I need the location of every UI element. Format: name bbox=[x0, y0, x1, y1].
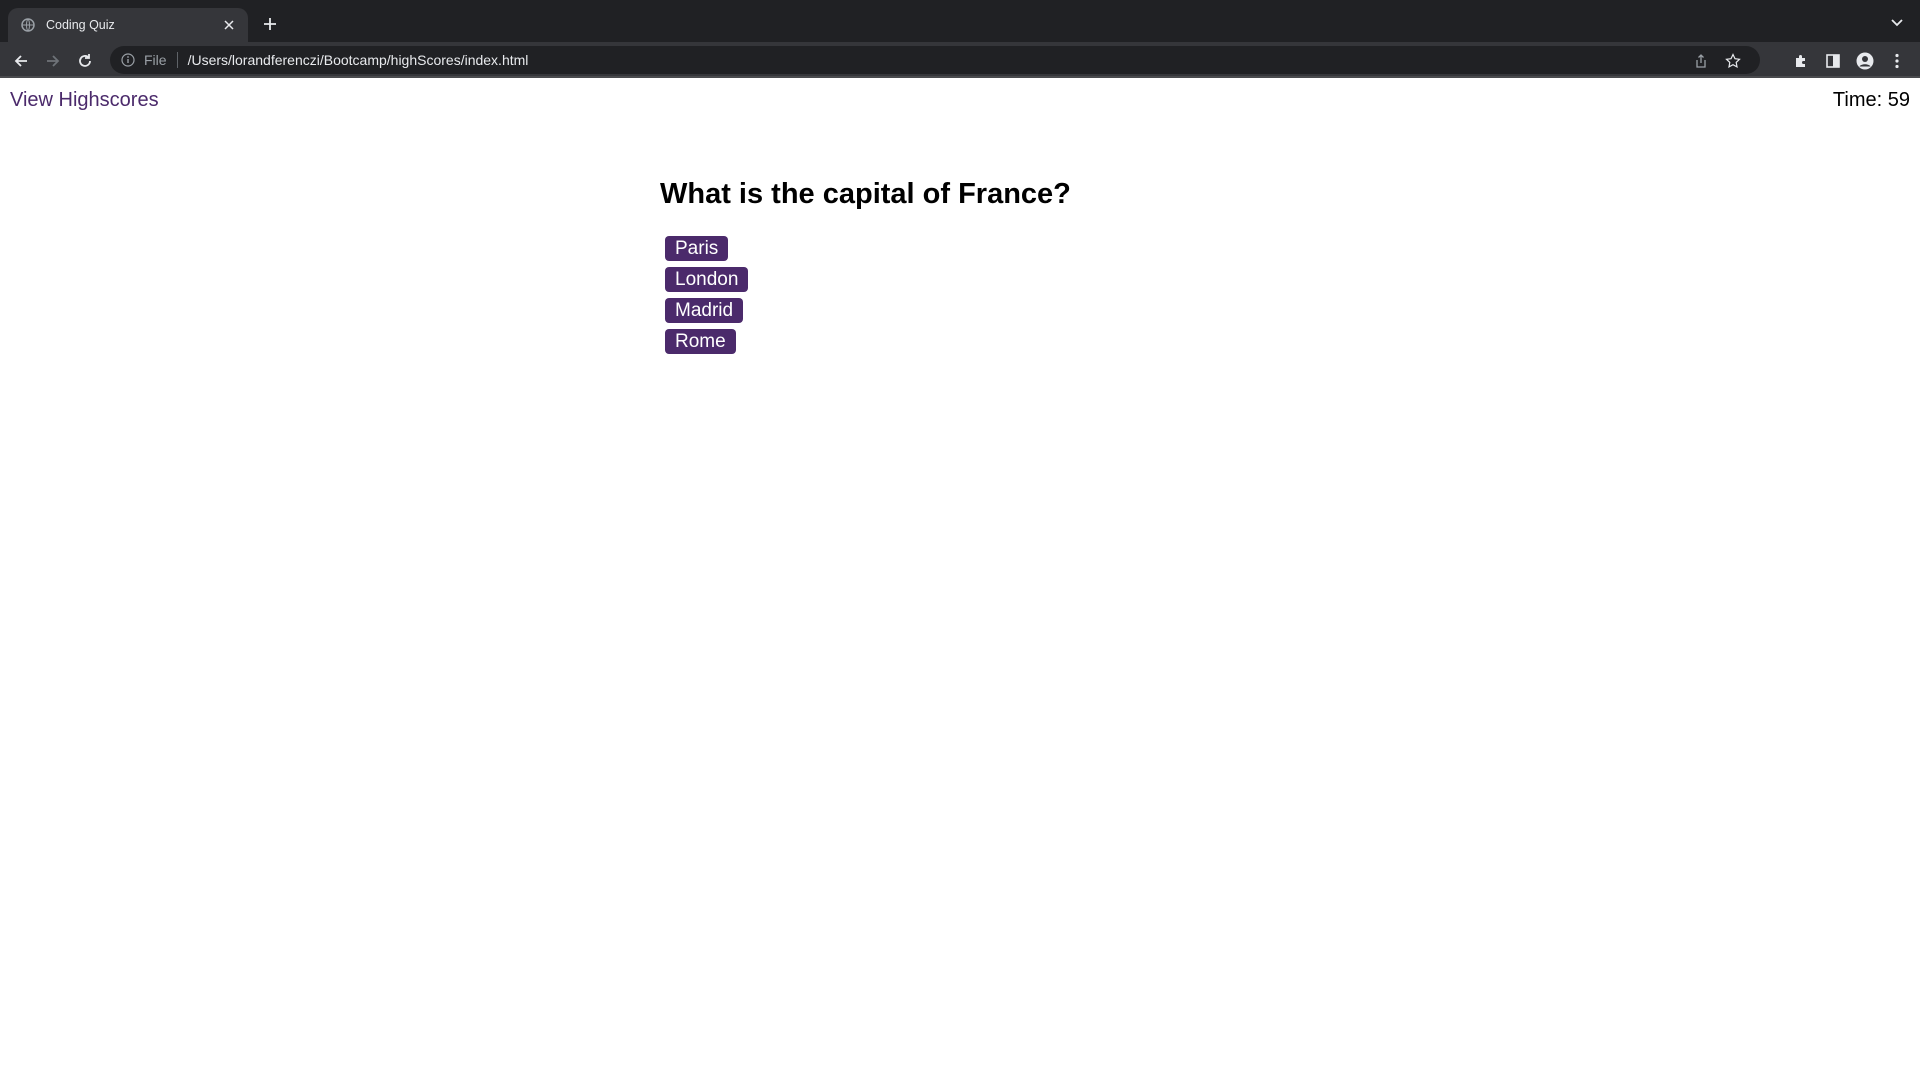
browser-tab-bar: Coding Quiz bbox=[0, 0, 1920, 42]
omnibox-divider bbox=[176, 52, 178, 68]
profile-avatar-icon[interactable] bbox=[1855, 51, 1875, 71]
chevron-down-icon[interactable] bbox=[1888, 14, 1906, 32]
timer: Time: 59 bbox=[1833, 89, 1910, 112]
kebab-menu-icon[interactable] bbox=[1887, 51, 1907, 71]
choice-button-paris[interactable]: Paris bbox=[665, 236, 729, 261]
tab-title: Coding Quiz bbox=[46, 18, 115, 32]
timer-label: Time: bbox=[1832, 89, 1883, 111]
forward-arrow-icon[interactable] bbox=[42, 50, 64, 72]
reload-icon[interactable] bbox=[74, 50, 96, 72]
url-scheme-label: File bbox=[144, 52, 167, 68]
url-text[interactable]: /Users/lorandferenczi/Bootcamp/highScore… bbox=[188, 52, 529, 68]
quiz-page: View Highscores Time: 59 What is the cap… bbox=[0, 80, 1920, 1080]
browser-tab[interactable]: Coding Quiz bbox=[8, 8, 248, 42]
view-highscores-link[interactable]: View Highscores bbox=[10, 89, 159, 112]
timer-value: 59 bbox=[1887, 89, 1910, 111]
choice-button-rome[interactable]: Rome bbox=[665, 329, 736, 354]
new-tab-icon[interactable] bbox=[260, 14, 280, 34]
back-arrow-icon[interactable] bbox=[10, 50, 32, 72]
extensions-puzzle-icon[interactable] bbox=[1791, 51, 1811, 71]
browser-toolbar: File /Users/lorandferenczi/Bootcamp/high… bbox=[0, 42, 1920, 78]
bookmark-star-icon[interactable] bbox=[1724, 52, 1742, 70]
globe-icon bbox=[20, 17, 36, 33]
side-panel-icon[interactable] bbox=[1823, 51, 1843, 71]
choice-button-madrid[interactable]: Madrid bbox=[665, 298, 744, 323]
choice-button-london[interactable]: London bbox=[665, 267, 749, 292]
close-tab-icon[interactable] bbox=[220, 16, 238, 34]
share-icon[interactable] bbox=[1692, 52, 1710, 70]
address-bar[interactable]: File /Users/lorandferenczi/Bootcamp/high… bbox=[110, 46, 1760, 74]
question-title: What is the capital of France? bbox=[660, 178, 1071, 210]
info-icon[interactable] bbox=[120, 52, 136, 68]
answer-choices: Paris London Madrid Rome bbox=[665, 236, 749, 360]
